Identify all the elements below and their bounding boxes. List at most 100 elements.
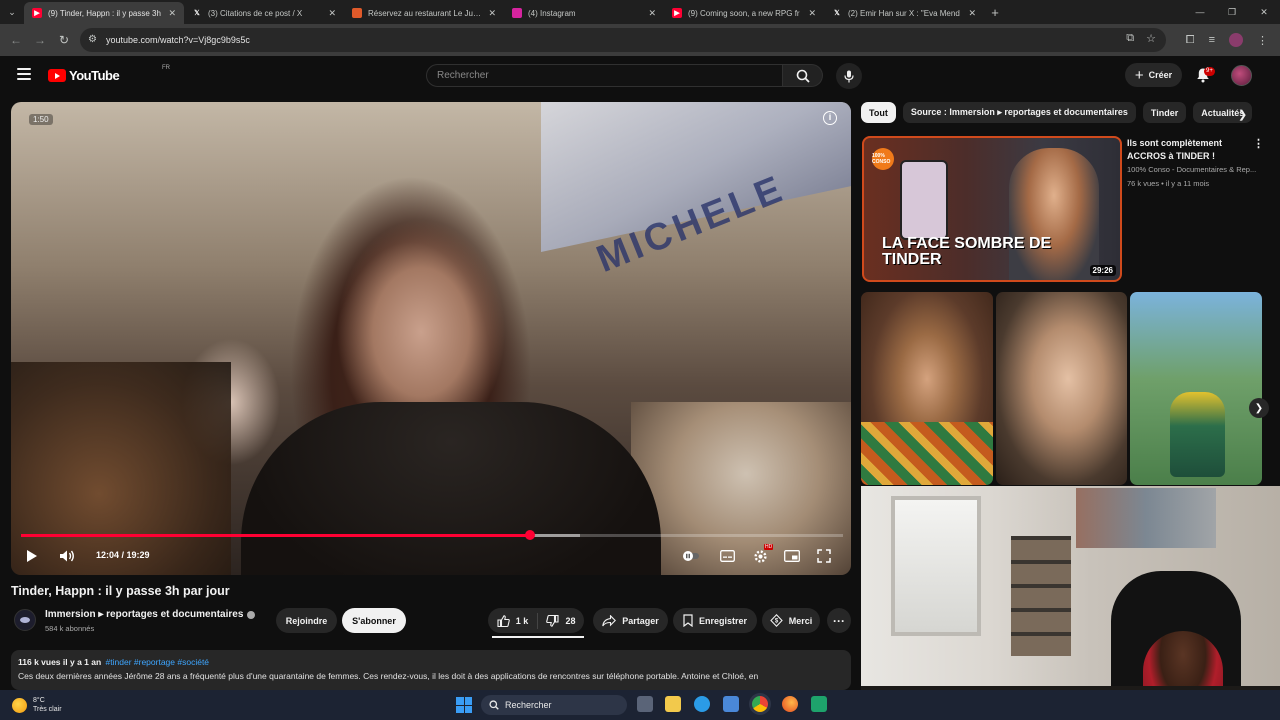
menu-icon[interactable] — [17, 68, 31, 80]
miniplayer-icon[interactable] — [781, 546, 803, 566]
chrome-icon[interactable] — [752, 696, 768, 712]
extensions-icon[interactable]: ⧠ — [1186, 34, 1195, 47]
windows-taskbar: 8°C Très clair Rechercher — [0, 690, 1280, 720]
channel-name[interactable]: Immersion ▸ reportages et documentaires — [45, 609, 256, 620]
search-placeholder: Rechercher — [437, 70, 489, 81]
browser-menu-icon[interactable]: ⋮ — [1257, 34, 1268, 47]
dislike-button[interactable]: 28 — [538, 614, 584, 627]
reco-title[interactable]: Ils sont complètement ACCROS à TINDER ! — [1127, 137, 1237, 163]
progress-played — [21, 534, 530, 537]
firefox-icon[interactable] — [782, 696, 798, 712]
filter-chip[interactable]: Tout — [861, 102, 896, 123]
tab-title: (9) Coming soon, a new RPG fr — [688, 8, 800, 18]
channel-avatar[interactable] — [14, 609, 36, 631]
more-horizontal-icon: ··· — [833, 613, 845, 628]
search-icon — [489, 700, 499, 710]
search-button[interactable] — [783, 64, 823, 87]
browser-tab[interactable]: 𝕏 (3) Citations de ce post / X ✕ — [184, 2, 344, 24]
taskbar-search[interactable]: Rechercher — [481, 695, 627, 715]
filter-chips: Tout Source : Immersion ▸ reportages et d… — [861, 102, 1261, 124]
weather-widget[interactable]: 8°C Très clair — [12, 696, 62, 714]
more-actions-button[interactable]: ··· — [827, 608, 851, 633]
search-input[interactable]: Rechercher — [426, 64, 783, 87]
play-icon[interactable] — [21, 546, 43, 566]
reco-thumbnail[interactable]: 100% CONSO LA FACE SOMBRE DE TINDER 29:2… — [862, 136, 1122, 282]
subtitles-icon[interactable] — [716, 546, 738, 566]
video-duration: 29:26 — [1089, 265, 1116, 276]
cast-icon[interactable]: ⧉ — [1126, 32, 1134, 45]
tab-strip: ▶ (9) Tinder, Happn : il y passe 3h ✕ 𝕏 (3) … — [24, 0, 984, 24]
browser-tab-bar: ⌄ ▶ (9) Tinder, Happn : il y passe 3h ✕ 𝕏 (3… — [0, 0, 1280, 24]
like-button[interactable]: 1 k — [488, 612, 538, 629]
close-tab-icon[interactable]: ✕ — [328, 8, 336, 19]
thanks-button[interactable]: $ Merci — [762, 608, 820, 633]
description-text: Ces deux dernières années Jérôme 28 ans … — [18, 671, 759, 681]
close-window-icon[interactable]: ✕ — [1248, 0, 1280, 24]
save-button[interactable]: Enregistrer — [673, 608, 757, 633]
share-label: Partager — [622, 615, 659, 626]
short-scene — [1170, 392, 1225, 477]
description-box[interactable]: 116 k vues il y a 1 an #tinder #reportag… — [11, 650, 851, 690]
share-button[interactable]: Partager — [593, 608, 668, 633]
new-tab-button[interactable]: + — [984, 5, 1006, 20]
short-thumbnail[interactable] — [1130, 292, 1262, 485]
logo-text: YouTube — [69, 68, 120, 83]
filter-chip[interactable]: Tinder — [1142, 102, 1187, 123]
close-tab-icon[interactable]: ✕ — [968, 8, 976, 19]
tab-title: (9) Tinder, Happn : il y passe 3h — [48, 8, 161, 18]
shorts-next-icon[interactable]: ❯ — [1249, 398, 1269, 418]
browser-tab[interactable]: ▶ (9) Coming soon, a new RPG fr ✕ — [664, 2, 824, 24]
youtube-logo[interactable]: YouTube FR — [48, 65, 170, 83]
browser-tab[interactable]: 𝕏 (2) Emir Han sur X : "Eva Mend ✕ — [824, 2, 984, 24]
file-explorer-icon[interactable] — [665, 696, 681, 712]
account-avatar[interactable] — [1231, 65, 1252, 86]
video-player[interactable]: MICHELE 1:50 i 12:04 / 19:29 HD — [11, 102, 851, 575]
reco-channel[interactable]: 100% Conso - Documentaires & Rep... — [1127, 165, 1256, 174]
back-icon[interactable]: ← — [4, 33, 28, 47]
forward-icon[interactable]: → — [28, 33, 52, 47]
profile-icon[interactable] — [1229, 33, 1243, 47]
autoplay-toggle-icon[interactable] — [680, 546, 702, 566]
progress-bar[interactable] — [21, 530, 843, 540]
reload-icon[interactable]: ↻ — [52, 33, 76, 47]
join-label: Rejoindre — [285, 615, 328, 626]
volume-icon[interactable] — [56, 546, 78, 566]
tab-search-icon[interactable]: ⌄ — [0, 0, 24, 24]
store-icon[interactable] — [723, 696, 739, 712]
short-thumbnail[interactable] — [861, 292, 993, 485]
windows-start-icon[interactable] — [456, 697, 472, 713]
browser-tab[interactable]: ▶ (9) Tinder, Happn : il y passe 3h ✕ — [24, 2, 184, 24]
site-info-icon[interactable]: ⚙ — [88, 34, 97, 45]
filter-chip[interactable]: Source : Immersion ▸ reportages et docum… — [902, 102, 1136, 123]
taskbar-search-label: Rechercher — [505, 700, 552, 710]
reco-more-icon[interactable]: ⋮ — [1253, 137, 1264, 150]
media-control-icon[interactable]: ≡ — [1209, 34, 1215, 46]
maximize-icon[interactable]: ❐ — [1216, 0, 1248, 24]
chips-next-icon[interactable]: ❯ — [1238, 108, 1247, 121]
window-controls: — ❐ ✕ — [1184, 0, 1280, 24]
close-tab-icon[interactable]: ✕ — [168, 8, 176, 19]
edge-icon[interactable] — [694, 696, 710, 712]
subscribe-button[interactable]: S'abonner — [342, 608, 406, 633]
app-icon[interactable] — [811, 696, 827, 712]
minimize-icon[interactable]: — — [1184, 0, 1216, 24]
info-icon[interactable]: i — [823, 111, 837, 125]
close-tab-icon[interactable]: ✕ — [808, 8, 816, 19]
progress-scrubber[interactable] — [524, 530, 535, 540]
bookmark-star-icon[interactable]: ☆ — [1146, 32, 1156, 45]
join-button[interactable]: Rejoindre — [276, 608, 337, 633]
instagram-icon — [512, 8, 522, 18]
close-tab-icon[interactable]: ✕ — [648, 8, 656, 19]
create-button[interactable]: + Créer — [1125, 63, 1182, 87]
voice-search-button[interactable] — [836, 63, 862, 89]
fullscreen-icon[interactable] — [813, 546, 835, 566]
task-view-icon[interactable] — [637, 696, 653, 712]
hashtags[interactable]: #tinder #reportage #société — [106, 657, 210, 667]
close-tab-icon[interactable]: ✕ — [488, 8, 496, 19]
like-dislike-group: 1 k 28 — [488, 608, 584, 633]
browser-tab[interactable]: (4) Instagram ✕ — [504, 2, 664, 24]
address-bar[interactable]: ⚙ youtube.com/watch?v=Vj8gc9b9s5c ⧉ ☆ — [80, 28, 1166, 52]
subscriber-count: 584 k abonnés — [45, 624, 95, 633]
short-thumbnail[interactable] — [996, 292, 1127, 485]
browser-tab[interactable]: Réservez au restaurant Le Jules ✕ — [344, 2, 504, 24]
